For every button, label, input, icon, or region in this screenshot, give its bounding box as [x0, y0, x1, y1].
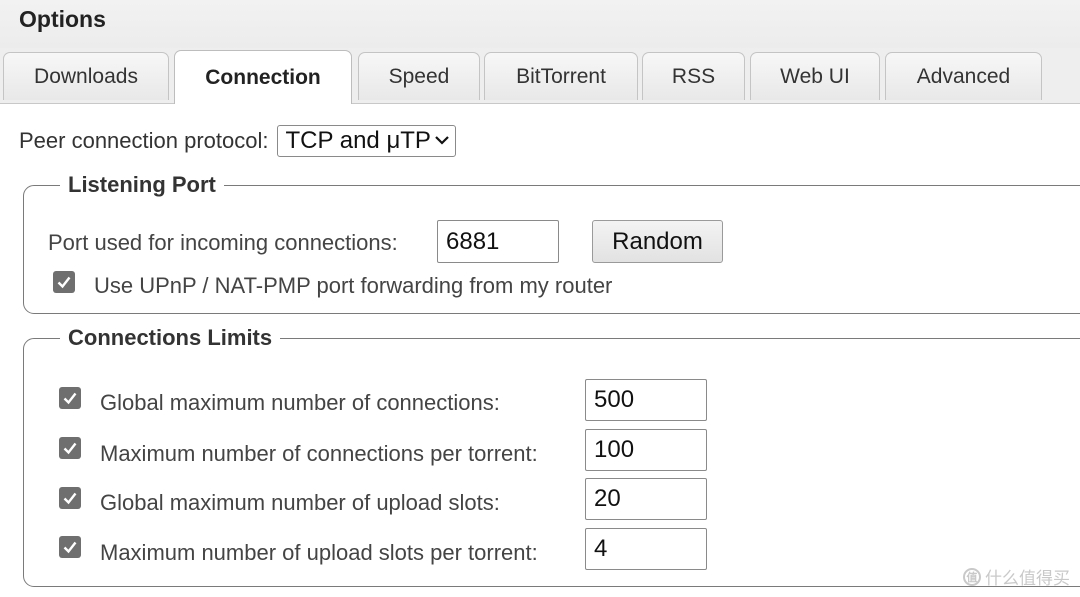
window-title: Options [19, 6, 106, 32]
tab-bittorrent[interactable]: BitTorrent [484, 52, 638, 100]
check-icon [63, 541, 77, 554]
chevron-down-icon [435, 129, 449, 150]
max-upload-slots-per-torrent-label: Maximum number of upload slots per torre… [100, 540, 538, 565]
max-upload-slots-per-torrent-value: 4 [594, 535, 608, 562]
protocol-row: Peer connection protocol: TCP and μTP [19, 124, 456, 158]
check-icon [63, 392, 77, 405]
tab-label: Speed [388, 64, 450, 88]
max-connections-per-torrent-value: 100 [594, 436, 635, 463]
tab-label: RSS [671, 64, 716, 88]
global-max-upload-slots-value: 20 [594, 485, 621, 512]
max-connections-per-torrent-checkbox[interactable] [59, 437, 81, 459]
max-upload-slots-per-torrent-input[interactable]: 4 [585, 528, 707, 570]
max-connections-per-torrent-label: Maximum number of connections per torren… [100, 441, 538, 466]
watermark: 值 什么值得买 [963, 564, 1070, 589]
tab-bar: Downloads Connection Speed BitTorrent RS… [0, 48, 1080, 104]
upnp-label: Use UPnP / NAT-PMP port forwarding from … [94, 273, 613, 298]
protocol-selected-value: TCP and μTP [285, 127, 431, 154]
tab-web-ui[interactable]: Web UI [750, 52, 880, 100]
max-upload-slots-per-torrent-checkbox[interactable] [59, 536, 81, 558]
global-max-upload-slots-label: Global maximum number of upload slots: [100, 490, 500, 515]
port-value: 6881 [446, 227, 500, 255]
global-max-connections-checkbox[interactable] [59, 387, 81, 409]
upnp-checkbox[interactable] [53, 271, 75, 293]
max-connections-per-torrent-input[interactable]: 100 [585, 429, 707, 471]
tab-advanced[interactable]: Advanced [885, 52, 1042, 100]
protocol-label: Peer connection protocol: [19, 128, 269, 153]
watermark-text: 什么值得买 [985, 569, 1070, 588]
listening-port-legend: Listening Port [68, 172, 216, 197]
global-max-upload-slots-input[interactable]: 20 [585, 478, 707, 520]
check-icon [63, 492, 77, 505]
tab-label: Downloads [34, 64, 138, 88]
title-bar: Options [0, 0, 1080, 48]
tab-label: BitTorrent [516, 64, 606, 88]
options-window: Options Downloads Connection Speed BitTo… [0, 0, 1080, 597]
check-icon [57, 276, 71, 289]
global-max-connections-value: 500 [594, 386, 635, 413]
protocol-select[interactable]: TCP and μTP [276, 125, 456, 157]
connection-panel: Peer connection protocol: TCP and μTP Li… [0, 104, 1080, 597]
tab-connection[interactable]: Connection [174, 50, 352, 104]
tab-label: Connection [205, 65, 321, 89]
global-max-connections-label: Global maximum number of connections: [100, 390, 500, 415]
random-port-button[interactable]: Random [592, 220, 723, 263]
tab-label: Web UI [780, 64, 850, 88]
port-label: Port used for incoming connections: [48, 230, 398, 255]
random-button-label: Random [612, 227, 703, 255]
port-input[interactable]: 6881 [437, 220, 559, 263]
check-icon [63, 442, 77, 455]
watermark-logo-icon: 值 [963, 567, 981, 586]
tab-downloads[interactable]: Downloads [3, 52, 169, 100]
tab-rss[interactable]: RSS [642, 52, 745, 100]
connections-limits-legend: Connections Limits [68, 325, 273, 350]
global-max-upload-slots-checkbox[interactable] [59, 487, 81, 509]
global-max-connections-input[interactable]: 500 [585, 379, 707, 421]
tab-label: Advanced [916, 64, 1011, 88]
tab-speed[interactable]: Speed [358, 52, 480, 100]
